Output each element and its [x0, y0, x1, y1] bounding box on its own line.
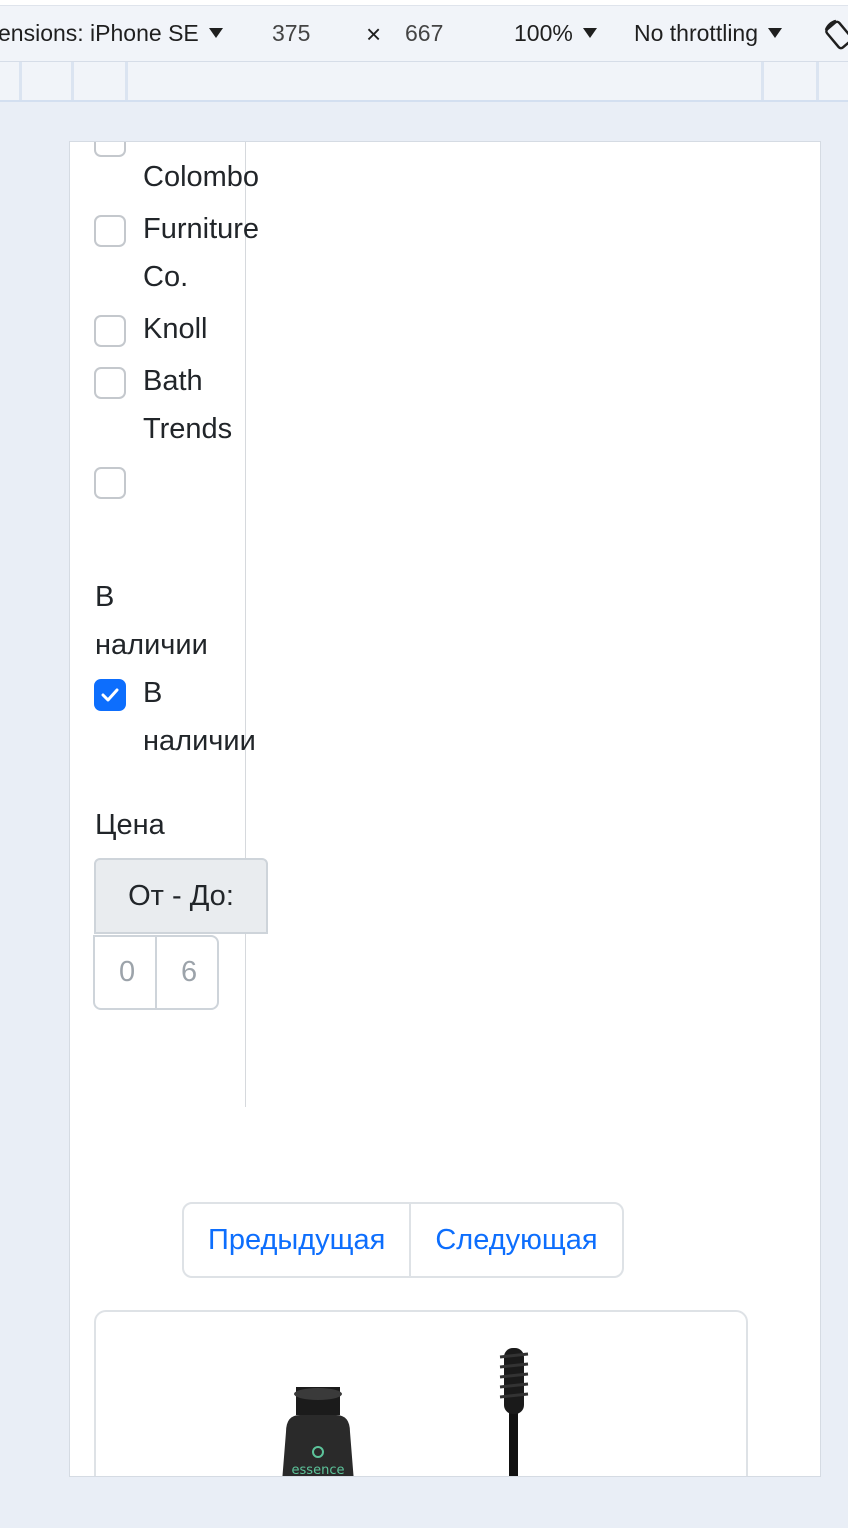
- ruler-tick: [761, 62, 764, 100]
- device-viewport: Colombo Furniture Co. Knoll Bath Trends …: [69, 141, 821, 1477]
- price-heading: Цена: [95, 809, 165, 841]
- price-range-label: От - До:: [94, 858, 268, 934]
- brand-label: Bath: [143, 365, 203, 397]
- ruler-tick: [71, 62, 74, 100]
- chevron-down-icon: [582, 28, 597, 38]
- times-icon: ×: [366, 19, 382, 49]
- checkbox[interactable]: [94, 467, 126, 499]
- pagination: Предыдущая Следующая: [182, 1202, 624, 1278]
- width-input[interactable]: 375: [272, 20, 310, 47]
- prev-page-button[interactable]: Предыдущая: [184, 1204, 409, 1276]
- next-page-button[interactable]: Следующая: [409, 1204, 621, 1276]
- ruler-tick: [816, 62, 819, 100]
- chevron-down-icon: [208, 28, 223, 38]
- throttling-select[interactable]: No throttling: [634, 20, 783, 47]
- check-icon: [101, 688, 119, 702]
- availability-heading-line2: наличии: [95, 629, 208, 661]
- device-dimensions-select[interactable]: ensions: iPhone SE: [0, 20, 223, 47]
- checkbox[interactable]: [94, 215, 126, 247]
- checkbox[interactable]: [94, 142, 126, 157]
- brand-label-line2: Co.: [143, 261, 189, 293]
- throttling-label: No throttling: [634, 20, 759, 46]
- brush-icon: [499, 1348, 529, 1414]
- zoom-label: 100%: [514, 20, 573, 46]
- availability-heading: В: [95, 581, 115, 613]
- brand-label: Knoll: [143, 313, 208, 345]
- checkbox-checked[interactable]: [94, 679, 126, 711]
- toolbar-top-edge: [0, 0, 848, 6]
- ruler-tick: [19, 62, 22, 100]
- in-stock-label-line2: наличии: [143, 725, 256, 757]
- sidebar-divider: [245, 142, 246, 1107]
- checkbox[interactable]: [94, 315, 126, 347]
- media-query-ruler[interactable]: [0, 62, 848, 102]
- height-input[interactable]: 667: [405, 20, 443, 47]
- device-dimensions-label: ensions: iPhone SE: [0, 20, 199, 46]
- chevron-down-icon: [768, 28, 783, 38]
- product-card[interactable]: essence: [94, 1310, 748, 1477]
- price-min-input[interactable]: 0: [93, 935, 157, 1010]
- price-max-input[interactable]: 6: [155, 935, 219, 1010]
- brand-label-line2: Trends: [143, 413, 233, 445]
- brand-label: Colombo: [143, 161, 260, 193]
- brand-label: Furniture: [143, 213, 260, 245]
- zoom-select[interactable]: 100%: [514, 20, 597, 47]
- checkbox[interactable]: [94, 367, 126, 399]
- product-brand-mark: essence: [292, 1463, 345, 1477]
- in-stock-label: В: [143, 677, 163, 709]
- rotate-icon[interactable]: [822, 18, 848, 52]
- devtools-toolbar: ensions: iPhone SE 375 × 667 100% No thr…: [0, 0, 848, 62]
- ruler-tick: [125, 62, 128, 100]
- product-image: essence: [282, 1348, 529, 1477]
